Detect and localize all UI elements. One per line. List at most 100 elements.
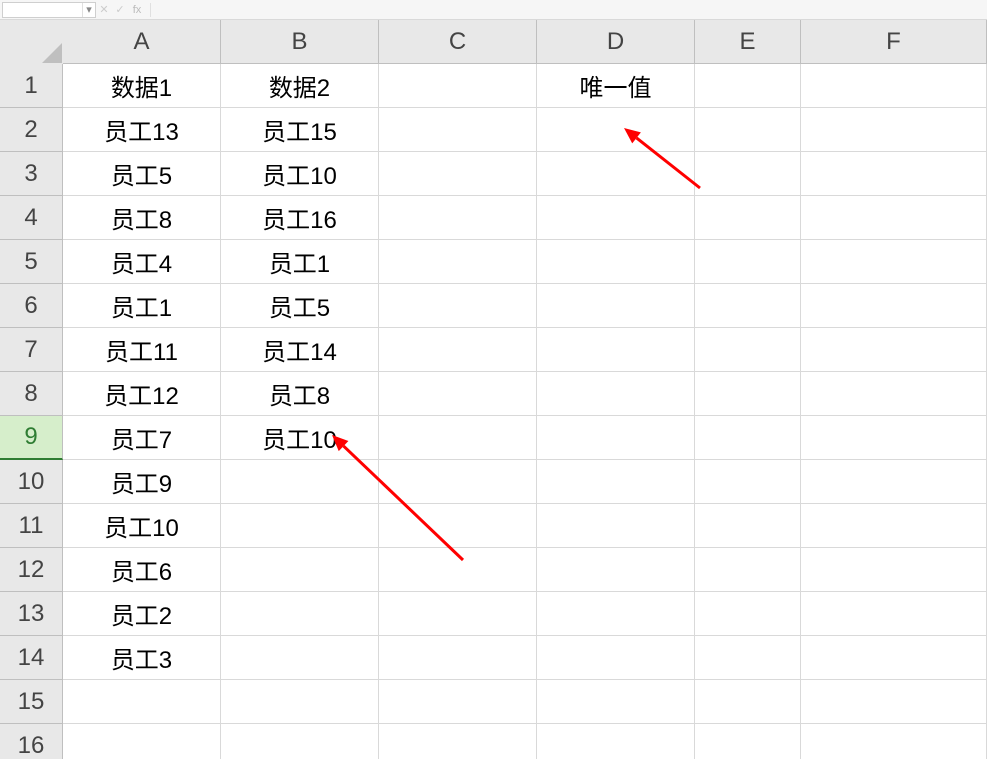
cell-B5[interactable]: 员工1 xyxy=(221,240,379,284)
cell-F11[interactable] xyxy=(801,504,987,548)
cell-F7[interactable] xyxy=(801,328,987,372)
cell-C11[interactable] xyxy=(379,504,537,548)
cell-A15[interactable] xyxy=(63,680,221,724)
row-header-3[interactable]: 3 xyxy=(0,152,63,196)
cell-D7[interactable] xyxy=(537,328,695,372)
cell-E2[interactable] xyxy=(695,108,801,152)
fx-icon[interactable]: fx xyxy=(128,4,146,16)
cell-A9[interactable]: 员工7 xyxy=(63,416,221,460)
row-header-13[interactable]: 13 xyxy=(0,592,63,636)
cell-C13[interactable] xyxy=(379,592,537,636)
cell-C1[interactable] xyxy=(379,64,537,108)
cell-E4[interactable] xyxy=(695,196,801,240)
cell-C4[interactable] xyxy=(379,196,537,240)
cell-A11[interactable]: 员工10 xyxy=(63,504,221,548)
cell-F13[interactable] xyxy=(801,592,987,636)
cell-B4[interactable]: 员工16 xyxy=(221,196,379,240)
cell-A12[interactable]: 员工6 xyxy=(63,548,221,592)
cell-B14[interactable] xyxy=(221,636,379,680)
cell-E3[interactable] xyxy=(695,152,801,196)
column-header-B[interactable]: B xyxy=(221,20,379,64)
cell-C16[interactable] xyxy=(379,724,537,759)
cell-E9[interactable] xyxy=(695,416,801,460)
cell-C10[interactable] xyxy=(379,460,537,504)
cell-B3[interactable]: 员工10 xyxy=(221,152,379,196)
cell-E10[interactable] xyxy=(695,460,801,504)
column-header-A[interactable]: A xyxy=(63,20,221,64)
cell-E16[interactable] xyxy=(695,724,801,759)
cell-D6[interactable] xyxy=(537,284,695,328)
cell-A7[interactable]: 员工11 xyxy=(63,328,221,372)
column-header-D[interactable]: D xyxy=(537,20,695,64)
cell-F16[interactable] xyxy=(801,724,987,759)
cell-B8[interactable]: 员工8 xyxy=(221,372,379,416)
cell-F8[interactable] xyxy=(801,372,987,416)
cell-E7[interactable] xyxy=(695,328,801,372)
cell-B13[interactable] xyxy=(221,592,379,636)
cell-A13[interactable]: 员工2 xyxy=(63,592,221,636)
cell-B2[interactable]: 员工15 xyxy=(221,108,379,152)
cell-E11[interactable] xyxy=(695,504,801,548)
row-header-15[interactable]: 15 xyxy=(0,680,63,724)
cell-D16[interactable] xyxy=(537,724,695,759)
cell-C6[interactable] xyxy=(379,284,537,328)
cell-C7[interactable] xyxy=(379,328,537,372)
row-header-7[interactable]: 7 xyxy=(0,328,63,372)
row-header-4[interactable]: 4 xyxy=(0,196,63,240)
cell-F15[interactable] xyxy=(801,680,987,724)
column-header-F[interactable]: F xyxy=(801,20,987,64)
cell-F1[interactable] xyxy=(801,64,987,108)
cell-B1[interactable]: 数据2 xyxy=(221,64,379,108)
formula-input[interactable] xyxy=(150,3,987,17)
cell-E15[interactable] xyxy=(695,680,801,724)
cell-F12[interactable] xyxy=(801,548,987,592)
cell-F4[interactable] xyxy=(801,196,987,240)
cell-B12[interactable] xyxy=(221,548,379,592)
cell-B6[interactable]: 员工5 xyxy=(221,284,379,328)
cell-A5[interactable]: 员工4 xyxy=(63,240,221,284)
name-box-dropdown-icon[interactable]: ▾ xyxy=(82,3,95,17)
row-header-12[interactable]: 12 xyxy=(0,548,63,592)
column-header-E[interactable]: E xyxy=(695,20,801,64)
cell-A1[interactable]: 数据1 xyxy=(63,64,221,108)
cell-C3[interactable] xyxy=(379,152,537,196)
row-header-2[interactable]: 2 xyxy=(0,108,63,152)
row-header-6[interactable]: 6 xyxy=(0,284,63,328)
cell-A14[interactable]: 员工3 xyxy=(63,636,221,680)
cell-A8[interactable]: 员工12 xyxy=(63,372,221,416)
cell-D1[interactable]: 唯一值 xyxy=(537,64,695,108)
cell-D5[interactable] xyxy=(537,240,695,284)
cell-C2[interactable] xyxy=(379,108,537,152)
row-header-8[interactable]: 8 xyxy=(0,372,63,416)
cell-F10[interactable] xyxy=(801,460,987,504)
cell-E1[interactable] xyxy=(695,64,801,108)
cell-A4[interactable]: 员工8 xyxy=(63,196,221,240)
cell-C5[interactable] xyxy=(379,240,537,284)
cell-C8[interactable] xyxy=(379,372,537,416)
cell-F2[interactable] xyxy=(801,108,987,152)
name-box[interactable]: ▾ xyxy=(2,2,96,18)
cell-D2[interactable] xyxy=(537,108,695,152)
cell-B15[interactable] xyxy=(221,680,379,724)
cell-F3[interactable] xyxy=(801,152,987,196)
cell-F6[interactable] xyxy=(801,284,987,328)
row-header-9[interactable]: 9 xyxy=(0,416,63,460)
row-header-16[interactable]: 16 xyxy=(0,724,63,759)
cell-D3[interactable] xyxy=(537,152,695,196)
cell-B10[interactable] xyxy=(221,460,379,504)
row-header-10[interactable]: 10 xyxy=(0,460,63,504)
cell-E13[interactable] xyxy=(695,592,801,636)
cell-D12[interactable] xyxy=(537,548,695,592)
cell-E14[interactable] xyxy=(695,636,801,680)
column-header-C[interactable]: C xyxy=(379,20,537,64)
cell-D14[interactable] xyxy=(537,636,695,680)
row-header-11[interactable]: 11 xyxy=(0,504,63,548)
cell-B16[interactable] xyxy=(221,724,379,759)
formula-enter-icon[interactable]: ✓ xyxy=(112,3,128,16)
cell-A16[interactable] xyxy=(63,724,221,759)
cell-E6[interactable] xyxy=(695,284,801,328)
cell-D8[interactable] xyxy=(537,372,695,416)
cell-C9[interactable] xyxy=(379,416,537,460)
cell-A3[interactable]: 员工5 xyxy=(63,152,221,196)
cell-E12[interactable] xyxy=(695,548,801,592)
